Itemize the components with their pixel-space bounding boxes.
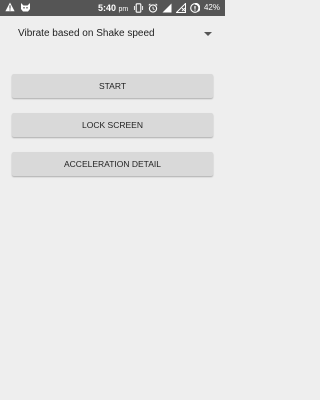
status-time: 5:40 pm <box>98 3 128 15</box>
lock-screen-button[interactable]: LOCK SCREEN <box>12 113 213 137</box>
spinner-selected-value: Vibrate based on Shake speed <box>18 28 155 39</box>
dropdown-arrow-icon <box>204 32 212 36</box>
acceleration-detail-button[interactable]: ACCELERATION DETAIL <box>12 152 213 176</box>
alarm-icon <box>148 3 158 13</box>
start-button[interactable]: START <box>12 74 213 98</box>
clock-time: 5:40 <box>98 3 117 13</box>
clock-ampm: pm <box>118 6 129 13</box>
status-left-icons <box>5 2 31 12</box>
status-bar: 5:40 pm 42% <box>0 0 225 16</box>
signal-icon <box>162 3 172 13</box>
status-right-icons: 42% <box>133 1 220 13</box>
battery-icon <box>190 2 201 13</box>
cat-notification-icon <box>20 2 31 12</box>
battery-percentage: 42% <box>203 3 220 12</box>
vibration-mode-spinner[interactable]: Vibrate based on Shake speed <box>0 20 225 48</box>
warning-icon <box>5 2 15 12</box>
vibrate-icon <box>133 2 144 13</box>
no-sim-icon <box>175 1 186 13</box>
